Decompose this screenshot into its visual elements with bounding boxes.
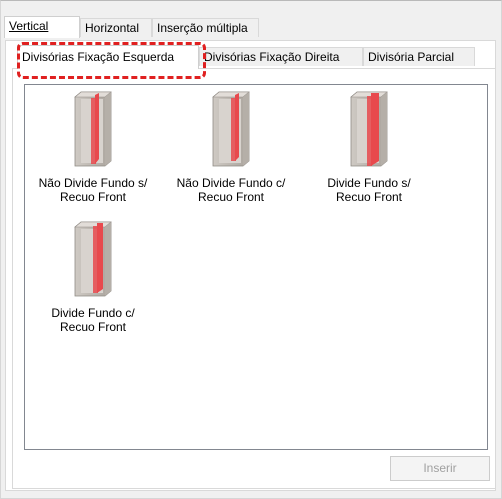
divider-options-list[interactable]: Não Divide Fundo s/ Recuo Front Não Divi… bbox=[24, 84, 488, 450]
tab-vertical-label: Vertical bbox=[9, 19, 49, 33]
tab-horizontal[interactable]: Horizontal bbox=[80, 18, 152, 37]
cabinet-divider-icon bbox=[212, 91, 250, 167]
item-label: Não Divide Fundo s/ Recuo Front bbox=[38, 176, 148, 204]
list-item[interactable]: Divide Fundo c/ Recuo Front bbox=[28, 221, 158, 334]
insert-button[interactable]: Inserir bbox=[390, 456, 490, 481]
tab-divisorias-direita-label: Divisórias Fixação Direita bbox=[204, 50, 340, 64]
item-label: Não Divide Fundo c/ Recuo Front bbox=[176, 176, 286, 204]
tab-divisorias-fixacao-esquerda[interactable]: Divisórias Fixação Esquerda bbox=[17, 45, 199, 69]
list-item[interactable]: Não Divide Fundo s/ Recuo Front bbox=[28, 91, 158, 204]
tab-insercao-multipla[interactable]: Inserção múltipla bbox=[152, 18, 259, 37]
cabinet-divider-icon bbox=[74, 91, 112, 167]
cabinet-divider-icon bbox=[350, 91, 388, 167]
tab-insercao-multipla-label: Inserção múltipla bbox=[157, 21, 248, 35]
item-label: Divide Fundo s/ Recuo Front bbox=[327, 176, 411, 204]
list-item[interactable]: Não Divide Fundo c/ Recuo Front bbox=[166, 91, 296, 204]
list-item[interactable]: Divide Fundo s/ Recuo Front bbox=[304, 91, 434, 204]
tab-divisorias-esquerda-label: Divisórias Fixação Esquerda bbox=[22, 50, 175, 64]
cabinet-divider-icon bbox=[74, 221, 112, 297]
item-label: Divide Fundo c/ Recuo Front bbox=[51, 306, 135, 334]
tab-divisoria-parcial[interactable]: Divisória Parcial bbox=[363, 47, 475, 66]
tab-divisorias-fixacao-direita[interactable]: Divisórias Fixação Direita bbox=[199, 47, 363, 66]
tab-divisoria-parcial-label: Divisória Parcial bbox=[368, 50, 455, 64]
tab-horizontal-label: Horizontal bbox=[85, 21, 140, 35]
tab-vertical[interactable]: Vertical bbox=[4, 16, 80, 38]
